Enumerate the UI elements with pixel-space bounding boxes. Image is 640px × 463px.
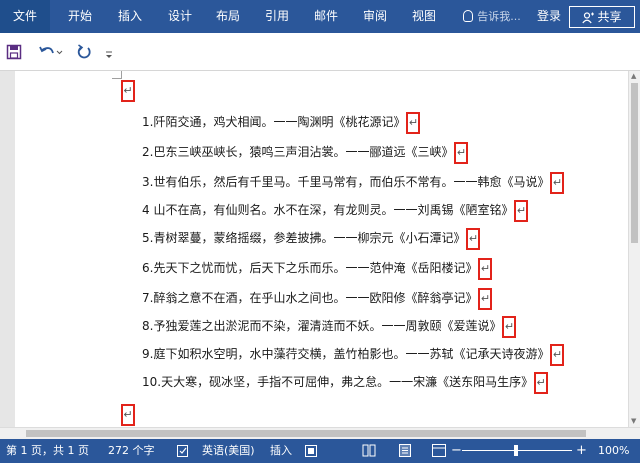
proofing-icon[interactable]	[177, 445, 191, 457]
page-count[interactable]: 第 1 页，共 1 页	[6, 439, 89, 463]
tell-me-text: 告诉我...	[477, 10, 521, 23]
line-text: 10.天大寒，砚冰坚，手指不可屈伸，弗之怠。一一宋濂《送东阳马生序》	[142, 375, 534, 389]
margin-corner-mark	[112, 71, 122, 79]
line-text: 1.阡陌交通，鸡犬相闻。一一陶渊明《桃花源记》	[142, 115, 406, 129]
text-line-2[interactable]: 2.巴东三峡巫峡长，猿鸣三声泪沾裳。一一郦道远《三峡》 ↵	[142, 141, 469, 164]
zoom-out-button[interactable]: −	[451, 439, 462, 463]
horizontal-scroll-thumb[interactable]	[26, 430, 586, 437]
document-page[interactable]: ↵ 1.阡陌交通，鸡犬相闻。一一陶渊明《桃花源记》 ↵ 2.巴东三峡巫峡长，猿鸣三…	[15, 71, 628, 427]
language-indicator[interactable]: 英语(美国)	[202, 439, 255, 463]
insert-mode[interactable]: 插入	[270, 439, 292, 463]
text-line-3[interactable]: 3.世有伯乐，然后有千里马。千里马常有，而伯乐不常有。一一韩愈《马说》 ↵	[142, 171, 565, 194]
line-text: 5.青树翠蔓，蒙络摇缀，参差披拂。一一柳宗元《小石潭记》	[142, 231, 466, 245]
vertical-scroll-thumb[interactable]	[631, 83, 638, 243]
line-text: 8.予独爱莲之出淤泥而不染，濯清涟而不妖。一一周敦颐《爱莲说》	[142, 319, 502, 333]
paragraph-mark: ↵	[454, 141, 469, 164]
text-line-6[interactable]: 6.先天下之忧而忧，后天下之乐而乐。一一范仲淹《岳阳楼记》 ↵	[142, 257, 493, 280]
paragraph-mark: ↵	[406, 111, 421, 134]
text-line-10[interactable]: 10.天大寒，砚冰坚，手指不可屈伸，弗之怠。一一宋濂《送东阳马生序》 ↵	[142, 371, 549, 394]
read-mode-icon[interactable]	[362, 444, 376, 457]
zoom-level[interactable]: 100%	[598, 439, 629, 463]
text-line-7[interactable]: 7.醉翁之意不在酒，在乎山水之间也。一一欧阳修《醉翁亭记》 ↵	[142, 287, 493, 310]
paragraph-mark: ↵	[121, 80, 135, 102]
macro-record-icon[interactable]	[305, 445, 317, 457]
paragraph-mark: ↵	[121, 404, 135, 426]
ribbon-tab-bar: 文件 开始 插入 设计 布局 引用 邮件 审阅 视图 告诉我... 登录 共享	[0, 0, 640, 33]
vertical-scrollbar[interactable]: ▲ ▼	[628, 71, 640, 427]
paragraph-mark: ↵	[502, 315, 517, 338]
tab-references[interactable]: 引用	[257, 0, 297, 33]
customize-toolbar-icon[interactable]	[104, 42, 114, 62]
paragraph-mark: ↵	[550, 343, 565, 366]
scroll-up-arrow-icon[interactable]: ▲	[631, 72, 636, 80]
document-area[interactable]: ↵ 1.阡陌交通，鸡犬相闻。一一陶渊明《桃花源记》 ↵ 2.巴东三峡巫峡长，猿鸣三…	[0, 71, 628, 427]
text-line-8[interactable]: 8.予独爱莲之出淤泥而不染，濯清涟而不妖。一一周敦颐《爱莲说》 ↵	[142, 315, 517, 338]
share-button[interactable]: 共享	[569, 6, 635, 28]
quick-access-toolbar	[0, 33, 640, 71]
tab-insert[interactable]: 插入	[110, 0, 150, 33]
paragraph-mark: ↵	[478, 257, 493, 280]
zoom-slider-thumb[interactable]	[514, 445, 518, 456]
zoom-in-button[interactable]: +	[576, 439, 587, 463]
web-layout-icon[interactable]	[432, 444, 446, 457]
paragraph-mark: ↵	[514, 199, 529, 222]
save-icon[interactable]	[6, 42, 22, 62]
line-text: 7.醉翁之意不在酒，在乎山水之间也。一一欧阳修《醉翁亭记》	[142, 291, 478, 305]
tab-review[interactable]: 审阅	[355, 0, 395, 33]
tab-view[interactable]: 视图	[404, 0, 444, 33]
text-line-1[interactable]: 1.阡陌交通，鸡犬相闻。一一陶渊明《桃花源记》 ↵	[142, 111, 421, 134]
text-line-9[interactable]: 9.庭下如积水空明，水中藻荇交横，盖竹柏影也。一一苏轼《记承天诗夜游》 ↵	[142, 343, 565, 366]
print-layout-icon[interactable]	[398, 444, 412, 457]
text-line-5[interactable]: 5.青树翠蔓，蒙络摇缀，参差披拂。一一柳宗元《小石潭记》 ↵	[142, 227, 481, 250]
tab-home[interactable]: 开始	[60, 0, 100, 33]
tab-file[interactable]: 文件	[0, 0, 50, 33]
person-icon	[582, 12, 595, 24]
undo-icon[interactable]	[38, 42, 64, 62]
line-text: 4 山不在高，有仙则名。水不在深，有龙则灵。一一刘禹锡《陋室铭》	[142, 203, 514, 217]
tab-layout[interactable]: 布局	[208, 0, 248, 33]
paragraph-mark: ↵	[478, 287, 493, 310]
tab-design[interactable]: 设计	[160, 0, 200, 33]
line-text: 2.巴东三峡巫峡长，猿鸣三声泪沾裳。一一郦道远《三峡》	[142, 145, 454, 159]
line-text: 6.先天下之忧而忧，后天下之乐而乐。一一范仲淹《岳阳楼记》	[142, 261, 478, 275]
horizontal-scrollbar[interactable]	[0, 427, 640, 439]
tell-me-box[interactable]: 告诉我...	[456, 0, 528, 33]
lightbulb-icon	[463, 10, 474, 22]
paragraph-mark: ↵	[534, 371, 549, 394]
scroll-down-arrow-icon[interactable]: ▼	[631, 417, 636, 425]
redo-icon[interactable]	[76, 42, 92, 62]
line-text: 3.世有伯乐，然后有千里马。千里马常有，而伯乐不常有。一一韩愈《马说》	[142, 175, 550, 189]
paragraph-mark: ↵	[466, 227, 481, 250]
paragraph-mark: ↵	[550, 171, 565, 194]
login-link[interactable]: 登录	[532, 0, 566, 33]
word-count[interactable]: 272 个字	[108, 439, 155, 463]
line-text: 9.庭下如积水空明，水中藻荇交横，盖竹柏影也。一一苏轼《记承天诗夜游》	[142, 347, 550, 361]
share-label: 共享	[597, 10, 622, 24]
text-line-4[interactable]: 4 山不在高，有仙则名。水不在深，有龙则灵。一一刘禹锡《陋室铭》 ↵	[142, 199, 529, 222]
status-bar: 第 1 页，共 1 页 272 个字 英语(美国) 插入 − + 100%	[0, 439, 640, 463]
tab-mailings[interactable]: 邮件	[306, 0, 346, 33]
